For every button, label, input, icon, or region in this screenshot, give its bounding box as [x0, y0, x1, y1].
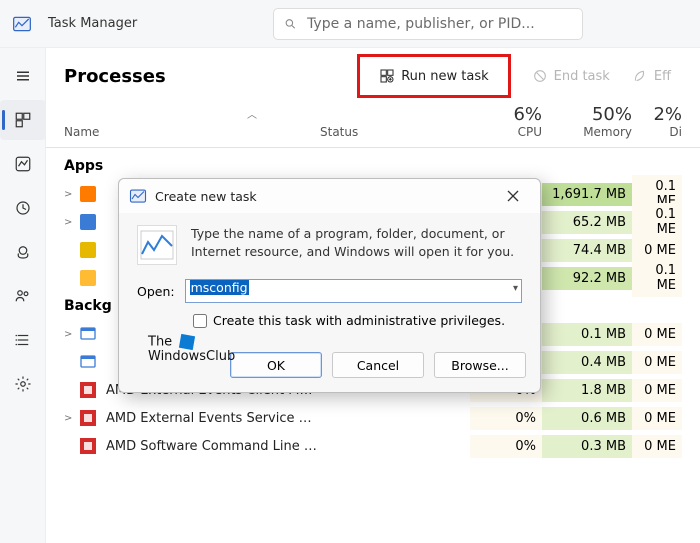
disk-cell: 0.1 ME [632, 203, 682, 241]
process-icon [78, 325, 98, 343]
browse-button[interactable]: Browse... [434, 352, 526, 378]
open-combobox[interactable]: msconfig ▾ [185, 279, 522, 303]
leaf-icon [632, 68, 648, 84]
disk-cell: 0 ME [632, 407, 682, 430]
table-row[interactable]: AMD Software Command Line Inte... 0%0.3 M… [46, 432, 700, 460]
search-input[interactable] [307, 16, 572, 32]
efficiency-label: Eff [654, 69, 671, 84]
mem-cell: 1,691.7 MB [542, 183, 632, 206]
nav-settings[interactable] [0, 364, 46, 404]
run-new-task-label: Run new task [401, 69, 488, 84]
open-label: Open: [137, 284, 175, 299]
nav-details[interactable] [0, 320, 46, 360]
nav-processes[interactable] [0, 100, 46, 140]
open-input[interactable]: msconfig [185, 279, 522, 303]
process-icon [78, 409, 98, 427]
end-task-label: End task [554, 69, 610, 84]
nav-startup[interactable] [0, 232, 46, 272]
end-task-icon [532, 68, 548, 84]
nav-history[interactable] [0, 188, 46, 228]
watermark: The WindowsClub [148, 335, 235, 365]
expand-chevron-icon[interactable]: > [64, 413, 78, 424]
col-name[interactable]: ︿ Name [64, 106, 320, 139]
cpu-cell: 0% [470, 435, 542, 458]
watermark-logo-icon [179, 334, 195, 350]
mem-cell: 92.2 MB [542, 267, 632, 290]
disk-cell: 0 ME [632, 351, 682, 374]
dialog-run-icon [137, 225, 177, 265]
app-title: Task Manager [48, 16, 137, 31]
hamburger-icon[interactable] [0, 56, 46, 96]
process-icon [78, 185, 98, 203]
disk-cell: 0 ME [632, 323, 682, 346]
disk-cell: 0 ME [632, 435, 682, 458]
run-new-task-button[interactable]: Run new task [364, 59, 503, 93]
mem-cell: 0.6 MB [542, 407, 632, 430]
dialog-app-icon [129, 187, 147, 205]
mem-cell: 65.2 MB [542, 211, 632, 234]
expand-chevron-icon[interactable]: > [64, 329, 78, 340]
task-manager-icon [12, 14, 32, 34]
nav-performance[interactable] [0, 144, 46, 184]
process-name: AMD External Events Service Modu... [106, 411, 320, 426]
mem-cell: 0.3 MB [542, 435, 632, 458]
disk-cell: 0 ME [632, 379, 682, 402]
mem-cell: 74.4 MB [542, 239, 632, 262]
cancel-button[interactable]: Cancel [332, 352, 424, 378]
col-disk[interactable]: 2%Di [632, 104, 682, 139]
search-box[interactable] [273, 8, 583, 40]
col-mem[interactable]: 50%Memory [542, 104, 632, 139]
group-apps: Apps [46, 152, 700, 180]
process-icon [78, 381, 98, 399]
dialog-titlebar: Create new task [119, 179, 540, 213]
run-new-task-highlight: Run new task [357, 54, 510, 98]
chevron-down-icon[interactable]: ▾ [513, 283, 518, 294]
dialog-close-button[interactable] [494, 182, 532, 210]
disk-cell: 0.1 ME [632, 259, 682, 297]
efficiency-button[interactable]: Eff [621, 61, 682, 91]
expand-chevron-icon[interactable]: > [64, 217, 78, 228]
admin-checkbox-label: Create this task with administrative pri… [213, 313, 505, 328]
process-icon [78, 353, 98, 371]
search-icon [284, 17, 297, 31]
run-task-icon [379, 68, 395, 84]
sort-chevron-icon: ︿ [247, 106, 257, 121]
admin-checkbox[interactable] [193, 314, 207, 328]
mem-cell: 0.1 MB [542, 323, 632, 346]
titlebar: Task Manager [0, 0, 700, 48]
ok-button[interactable]: OK [230, 352, 322, 378]
end-task-button[interactable]: End task [521, 61, 621, 91]
expand-chevron-icon[interactable]: > [64, 189, 78, 200]
dialog-title: Create new task [155, 189, 494, 204]
dialog-description: Type the name of a program, folder, docu… [191, 225, 514, 261]
nav-users[interactable] [0, 276, 46, 316]
process-icon [78, 213, 98, 231]
close-icon [507, 190, 519, 202]
mem-cell: 0.4 MB [542, 351, 632, 374]
sidebar [0, 48, 46, 543]
page-title: Processes [64, 66, 166, 87]
toolbar: Processes Run new task End task Eff [46, 48, 700, 104]
table-row[interactable]: > AMD External Events Service Modu... 0%0.… [46, 404, 700, 432]
process-icon [78, 241, 98, 259]
process-icon [78, 269, 98, 287]
column-headers: ︿ Name Status 6%CPU 50%Memory 2%Di [46, 104, 700, 148]
cpu-cell: 0% [470, 407, 542, 430]
col-status[interactable]: Status [320, 125, 470, 139]
process-icon [78, 437, 98, 455]
col-cpu[interactable]: 6%CPU [470, 104, 542, 139]
mem-cell: 1.8 MB [542, 379, 632, 402]
process-name: AMD Software Command Line Inte... [106, 439, 320, 454]
